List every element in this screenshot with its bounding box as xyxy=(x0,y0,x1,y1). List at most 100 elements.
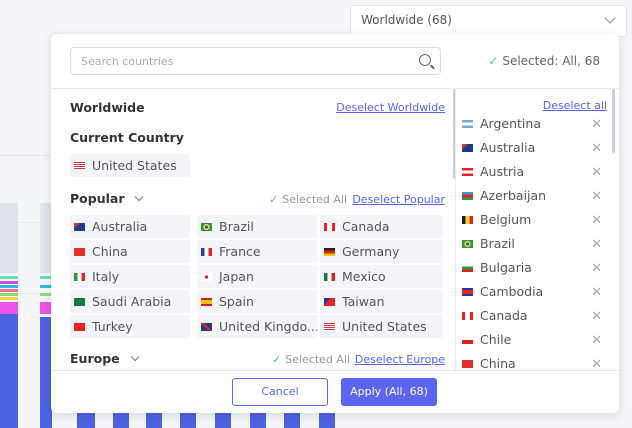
popular-country-chip[interactable]: Canada xyxy=(320,215,443,238)
deselect-worldwide-link[interactable]: Deselect Worldwide xyxy=(336,101,445,114)
flag-icon xyxy=(462,288,473,296)
flag-icon xyxy=(324,223,335,231)
current-country-chip[interactable]: United States xyxy=(70,154,190,177)
remove-icon[interactable]: ✕ xyxy=(591,261,602,276)
popular-country-chip[interactable]: Brazil xyxy=(197,215,317,238)
flag-icon xyxy=(201,273,212,281)
selected-country-item: Belgium ✕ xyxy=(462,212,610,234)
flag-icon xyxy=(462,264,473,272)
selected-summary-text: Selected: All, 68 xyxy=(502,54,600,68)
chevron-down-icon xyxy=(604,12,616,24)
flag-icon xyxy=(324,323,335,331)
flag-icon xyxy=(201,223,212,231)
remove-icon[interactable]: ✕ xyxy=(591,237,602,252)
country-label: Brazil xyxy=(219,219,254,234)
country-label: China xyxy=(92,244,128,259)
selected-country-item: Australia ✕ xyxy=(462,140,610,162)
deselect-europe-link[interactable]: Deselect Europe xyxy=(355,353,445,366)
flag-icon xyxy=(74,323,85,331)
popular-country-chip[interactable]: Germany xyxy=(320,240,443,263)
cancel-button[interactable]: Cancel xyxy=(232,378,328,406)
right-scrollbar[interactable] xyxy=(612,89,615,153)
remove-icon[interactable]: ✕ xyxy=(591,333,602,348)
flag-icon xyxy=(462,168,473,176)
remove-icon[interactable]: ✕ xyxy=(591,117,602,132)
popular-country-chip[interactable]: Spain xyxy=(197,290,317,313)
country-picker-panel: Search countries ✓ Selected: All, 68 Worl… xyxy=(51,34,619,413)
flag-icon xyxy=(462,120,473,128)
remove-icon[interactable]: ✕ xyxy=(591,189,602,204)
search-icon xyxy=(419,54,431,66)
country-label: Japan xyxy=(219,269,254,284)
country-label: Italy xyxy=(92,269,120,284)
country-label: Argentina xyxy=(480,116,541,131)
country-label: Bulgaria xyxy=(480,260,532,275)
country-label: Mexico xyxy=(342,269,386,284)
section-title-worldwide: Worldwide xyxy=(70,100,145,115)
country-label: Azerbaijan xyxy=(480,188,547,203)
europe-status: ✓ Selected All xyxy=(272,353,350,366)
country-label: Australia xyxy=(480,140,536,155)
remove-icon[interactable]: ✕ xyxy=(591,141,602,156)
section-title-current-country: Current Country xyxy=(70,130,184,145)
europe-label: Europe xyxy=(70,351,120,366)
flag-icon xyxy=(74,223,85,231)
country-dropdown[interactable]: Worldwide (68) xyxy=(350,5,627,37)
flag-icon xyxy=(74,298,85,306)
section-title-popular[interactable]: Popular xyxy=(70,191,144,206)
country-label: Turkey xyxy=(92,319,133,334)
popular-country-chip[interactable]: Saudi Arabia xyxy=(70,290,190,313)
apply-button[interactable]: Apply (All, 68) xyxy=(341,378,437,406)
popular-country-chip[interactable]: Italy xyxy=(70,265,190,288)
country-groups: Worldwide Deselect Worldwide Current Cou… xyxy=(51,89,451,370)
deselect-all-link[interactable]: Deselect all xyxy=(543,99,607,112)
selected-country-item: Azerbaijan ✕ xyxy=(462,188,610,210)
country-label: Canada xyxy=(480,308,528,323)
country-label: Cambodia xyxy=(480,284,544,299)
flag-icon xyxy=(74,248,85,256)
country-label: Brazil xyxy=(480,236,515,251)
flag-icon xyxy=(324,298,335,306)
flag-icon xyxy=(201,323,212,331)
popular-country-chip[interactable]: Turkey xyxy=(70,315,190,338)
popular-country-chip[interactable]: France xyxy=(197,240,317,263)
selected-country-item: China ✕ xyxy=(462,356,610,370)
remove-icon[interactable]: ✕ xyxy=(591,285,602,300)
country-label: Spain xyxy=(219,294,254,309)
section-title-europe[interactable]: Europe xyxy=(70,351,139,366)
popular-status: ✓ Selected All xyxy=(269,193,347,206)
flag-icon xyxy=(462,144,473,152)
selected-summary: ✓ Selected: All, 68 xyxy=(488,54,600,68)
popular-country-chip[interactable]: United Kingdo... xyxy=(197,315,317,338)
selected-country-item: Bulgaria ✕ xyxy=(462,260,610,282)
remove-icon[interactable]: ✕ xyxy=(591,309,602,324)
popular-country-chip[interactable]: United States xyxy=(320,315,443,338)
popular-country-chip[interactable]: Taiwan xyxy=(320,290,443,313)
search-input[interactable]: Search countries xyxy=(70,47,441,75)
remove-icon[interactable]: ✕ xyxy=(591,357,602,370)
check-icon: ✓ xyxy=(488,54,499,68)
remove-icon[interactable]: ✕ xyxy=(591,213,602,228)
check-icon: ✓ xyxy=(269,193,279,206)
country-label: Saudi Arabia xyxy=(92,294,172,309)
selected-country-item: Brazil ✕ xyxy=(462,236,610,258)
country-label: Germany xyxy=(342,244,400,259)
popular-label: Popular xyxy=(70,191,125,206)
dropdown-label: Worldwide (68) xyxy=(361,13,452,27)
deselect-popular-link[interactable]: Deselect Popular xyxy=(352,193,445,206)
selected-country-item: Cambodia ✕ xyxy=(462,284,610,306)
popular-country-chip[interactable]: Australia xyxy=(70,215,190,238)
popular-country-chip[interactable]: Japan xyxy=(197,265,317,288)
popular-country-chip[interactable]: China xyxy=(70,240,190,263)
selected-country-item: Argentina ✕ xyxy=(462,116,610,138)
country-label: Belgium xyxy=(480,212,532,227)
selected-country-item: Canada ✕ xyxy=(462,308,610,330)
check-icon: ✓ xyxy=(272,353,282,366)
flag-icon xyxy=(201,248,212,256)
popular-country-chip[interactable]: Mexico xyxy=(320,265,443,288)
country-label: Canada xyxy=(342,219,390,234)
flag-icon xyxy=(462,312,473,320)
search-placeholder: Search countries xyxy=(81,55,174,68)
country-label: China xyxy=(480,356,516,370)
remove-icon[interactable]: ✕ xyxy=(591,165,602,180)
